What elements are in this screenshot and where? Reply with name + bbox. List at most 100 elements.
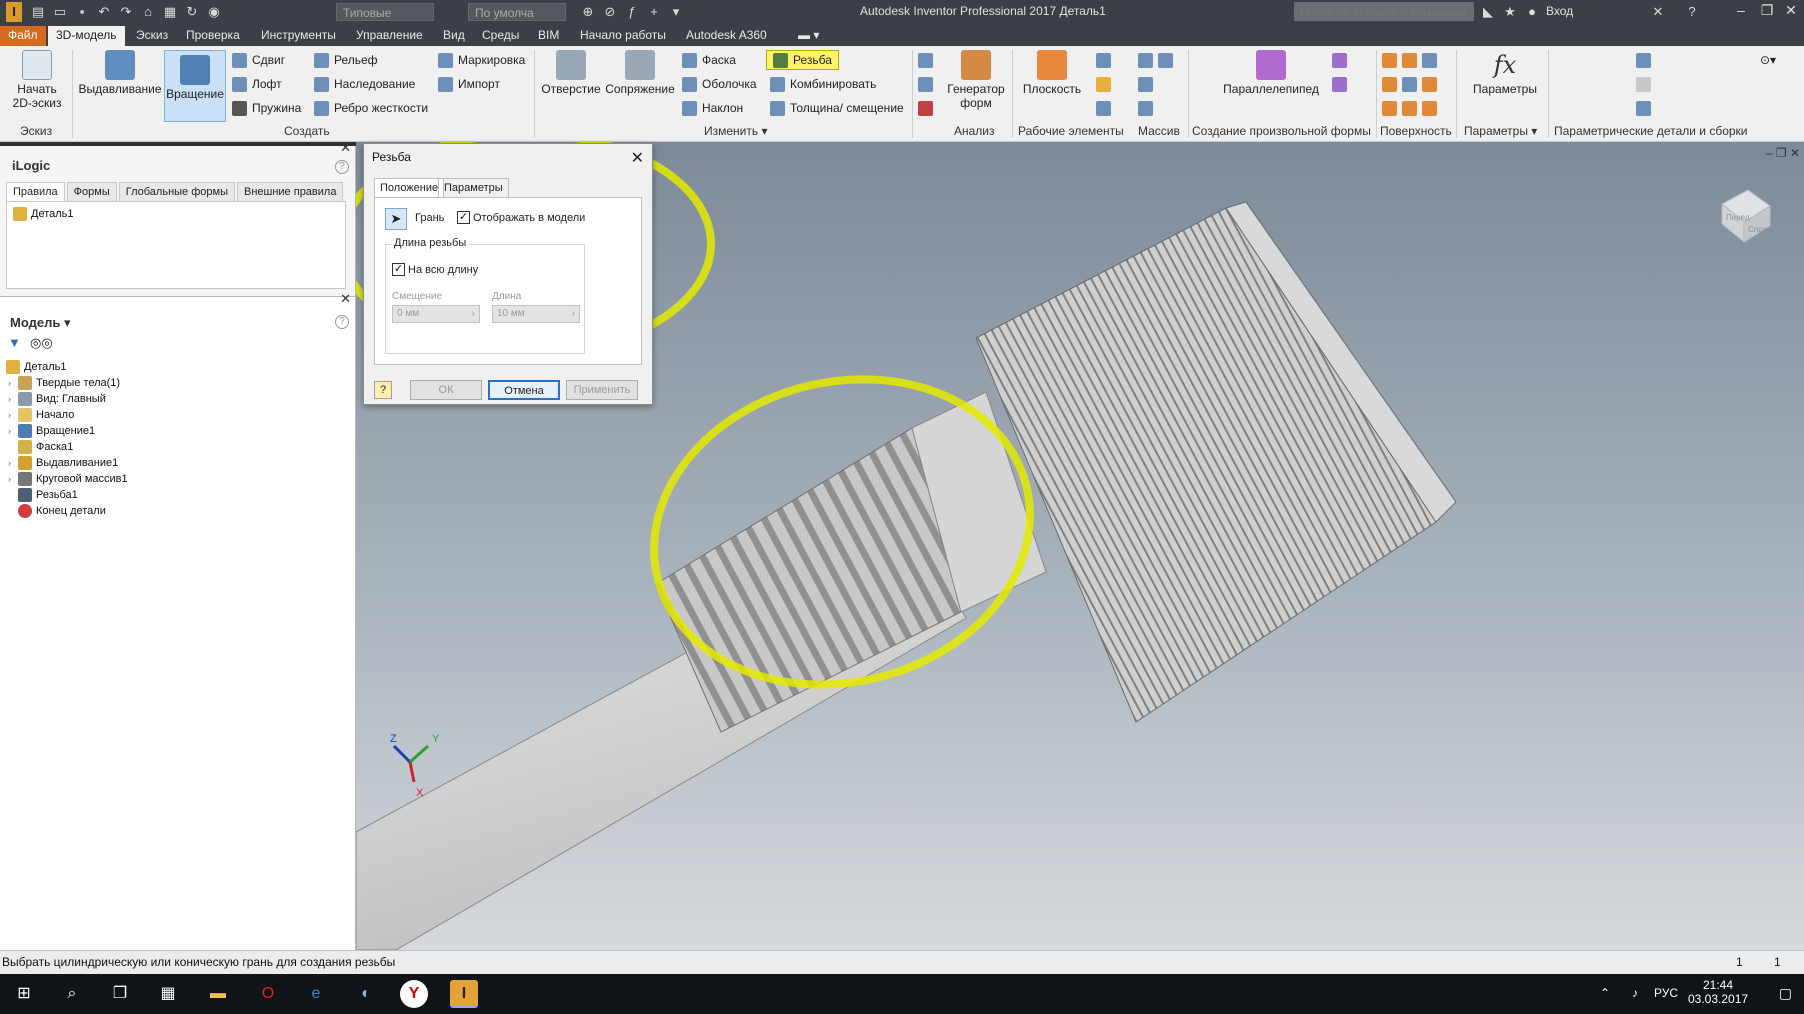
viewcube-icon[interactable]: Перед Справ: [1714, 184, 1774, 244]
checkbox-checked-icon[interactable]: ✓: [392, 263, 405, 276]
checkbox-checked-icon[interactable]: ✓: [457, 211, 470, 224]
save-icon[interactable]: ▪: [74, 4, 90, 20]
new-file-icon[interactable]: ▤: [30, 4, 46, 20]
star-icon[interactable]: ★: [1502, 4, 1518, 20]
chevron-right-icon[interactable]: ›: [472, 308, 475, 319]
chamfer-button[interactable]: Фаска: [682, 50, 736, 70]
help-icon[interactable]: ?: [1684, 4, 1700, 20]
tab-location[interactable]: Положение: [374, 178, 445, 197]
fillet-button[interactable]: Сопряжение: [604, 50, 676, 96]
opera-icon[interactable]: O: [254, 980, 282, 1008]
list-item[interactable]: Деталь1: [13, 206, 74, 222]
tree-item-circular-pattern[interactable]: › Круговой массив1: [8, 471, 128, 487]
thicken-button[interactable]: Толщина/ смещение: [770, 98, 904, 118]
tab-bim[interactable]: BIM: [530, 26, 567, 46]
inventor-taskbar-icon[interactable]: I: [450, 980, 478, 1008]
notifications-icon[interactable]: ▢: [1779, 985, 1792, 1002]
search-arrow-icon[interactable]: ◣: [1480, 4, 1496, 20]
combine-button[interactable]: Комбинировать: [770, 74, 876, 94]
tab-3d-model[interactable]: 3D-модель: [48, 26, 125, 46]
plane-button[interactable]: Плоскость: [1018, 50, 1086, 96]
windows-start-icon[interactable]: ⊞: [10, 980, 38, 1008]
analysis-tool-3[interactable]: [918, 98, 938, 118]
inventor-logo-icon[interactable]: I: [6, 2, 22, 22]
yandex-browser-icon[interactable]: Y: [400, 980, 428, 1008]
surface-tools-row1[interactable]: [1382, 50, 1442, 70]
ribbon-options-button[interactable]: ⊙▾: [1760, 50, 1776, 70]
offset-field[interactable]: 0 мм ›: [392, 305, 480, 323]
task-view-icon[interactable]: ❐: [106, 980, 134, 1008]
tab-environments[interactable]: Среды: [474, 26, 527, 46]
tab-a360[interactable]: Autodesk A360: [678, 26, 775, 46]
tab-manage[interactable]: Управление: [348, 26, 431, 46]
tree-item-view[interactable]: › Вид: Главный: [8, 391, 106, 407]
tab-sketch[interactable]: Эскиз: [128, 26, 176, 46]
color-wheel-icon[interactable]: ◉: [206, 4, 222, 20]
draft-button[interactable]: Наклон: [682, 98, 743, 118]
surface-tools-row3[interactable]: [1382, 98, 1442, 118]
help-icon[interactable]: ?: [335, 160, 349, 174]
clock[interactable]: 21:44 03.03.2017: [1688, 978, 1748, 1006]
hole-button[interactable]: Отверстие: [540, 50, 602, 96]
speaker-icon[interactable]: ♪: [1632, 986, 1638, 1000]
thread-button[interactable]: Резьба: [766, 50, 839, 70]
full-length-checkbox[interactable]: ✓ На всю длину: [392, 263, 478, 276]
ipart-tool-1[interactable]: [1636, 50, 1656, 70]
tab-inspect[interactable]: Проверка: [178, 26, 248, 46]
home-icon[interactable]: ⌂: [140, 4, 156, 20]
tab-global-forms[interactable]: Глобальные формы: [118, 182, 235, 201]
close-icon[interactable]: ✕: [631, 148, 644, 168]
cancel-button[interactable]: Отмена: [488, 380, 560, 400]
start-sketch-button[interactable]: Начать 2D-эскиз: [8, 50, 66, 110]
style-combo[interactable]: Типовые: [336, 3, 434, 21]
decal-button[interactable]: Маркировка: [438, 50, 525, 70]
user-icon[interactable]: ●: [1524, 4, 1540, 20]
tree-item-extrude[interactable]: › Выдавливание1: [8, 455, 118, 471]
edge-icon[interactable]: e: [302, 980, 330, 1008]
appearance-combo[interactable]: По умолча: [468, 3, 566, 21]
ucs-button[interactable]: [1096, 98, 1116, 118]
box-button[interactable]: Параллелепипед: [1212, 50, 1330, 96]
emboss-button[interactable]: Рельеф: [314, 50, 378, 70]
search-icon[interactable]: ⌕: [58, 980, 86, 1008]
ipart-tool-3[interactable]: [1636, 98, 1656, 118]
tab-more-icon[interactable]: ▬ ▾: [790, 26, 827, 46]
loft-button[interactable]: Лофт: [232, 74, 282, 94]
minimize-button[interactable]: –: [1728, 2, 1754, 22]
tree-item-end-of-part[interactable]: Конец детали: [8, 503, 106, 519]
close-window-button[interactable]: ✕: [1778, 2, 1804, 22]
expand-icon[interactable]: ›: [8, 378, 18, 388]
expand-icon[interactable]: ›: [8, 426, 18, 436]
shape-generator-button[interactable]: Генератор форм: [944, 50, 1008, 110]
axis-button[interactable]: [1096, 50, 1116, 70]
tab-forms[interactable]: Формы: [66, 182, 117, 201]
tab-get-started[interactable]: Начало работы: [572, 26, 674, 46]
plus-icon[interactable]: +: [646, 4, 662, 20]
tree-item-solid-bodies[interactable]: › Твердые тела(1): [8, 375, 120, 391]
coil-button[interactable]: Пружина: [232, 98, 301, 118]
sketch-pattern-button[interactable]: [1138, 98, 1158, 118]
point-button[interactable]: [1096, 74, 1116, 94]
analysis-tool-2[interactable]: [918, 74, 938, 94]
store-icon[interactable]: ▦: [154, 980, 182, 1008]
measure-icon[interactable]: ⊕: [580, 4, 596, 20]
tab-rules[interactable]: Правила: [6, 182, 65, 201]
display-in-model-checkbox[interactable]: ✓ Отображать в модели: [457, 211, 585, 224]
freeform-tool-2[interactable]: [1332, 74, 1352, 94]
function-icon[interactable]: ƒ: [624, 4, 640, 20]
surface-tools-row2[interactable]: [1382, 74, 1442, 94]
expand-icon[interactable]: ›: [8, 458, 18, 468]
circ-pattern-button[interactable]: [1138, 74, 1158, 94]
clear-icon[interactable]: ⊘: [602, 4, 618, 20]
knurled-head[interactable]: [975, 207, 1437, 723]
expand-icon[interactable]: ›: [8, 474, 18, 484]
rib-button[interactable]: Ребро жесткости: [314, 98, 428, 118]
restore-button[interactable]: ❐: [1754, 2, 1780, 22]
viewport-window-controls[interactable]: – ❐ ✕: [1766, 146, 1800, 160]
tab-external-rules[interactable]: Внешние правила: [236, 182, 344, 201]
select-icon[interactable]: ▦: [162, 4, 178, 20]
expand-icon[interactable]: ›: [8, 410, 18, 420]
derive-button[interactable]: Наследование: [314, 74, 415, 94]
binoculars-icon[interactable]: ◎◎: [30, 335, 53, 351]
rect-pattern-button[interactable]: [1138, 50, 1178, 70]
